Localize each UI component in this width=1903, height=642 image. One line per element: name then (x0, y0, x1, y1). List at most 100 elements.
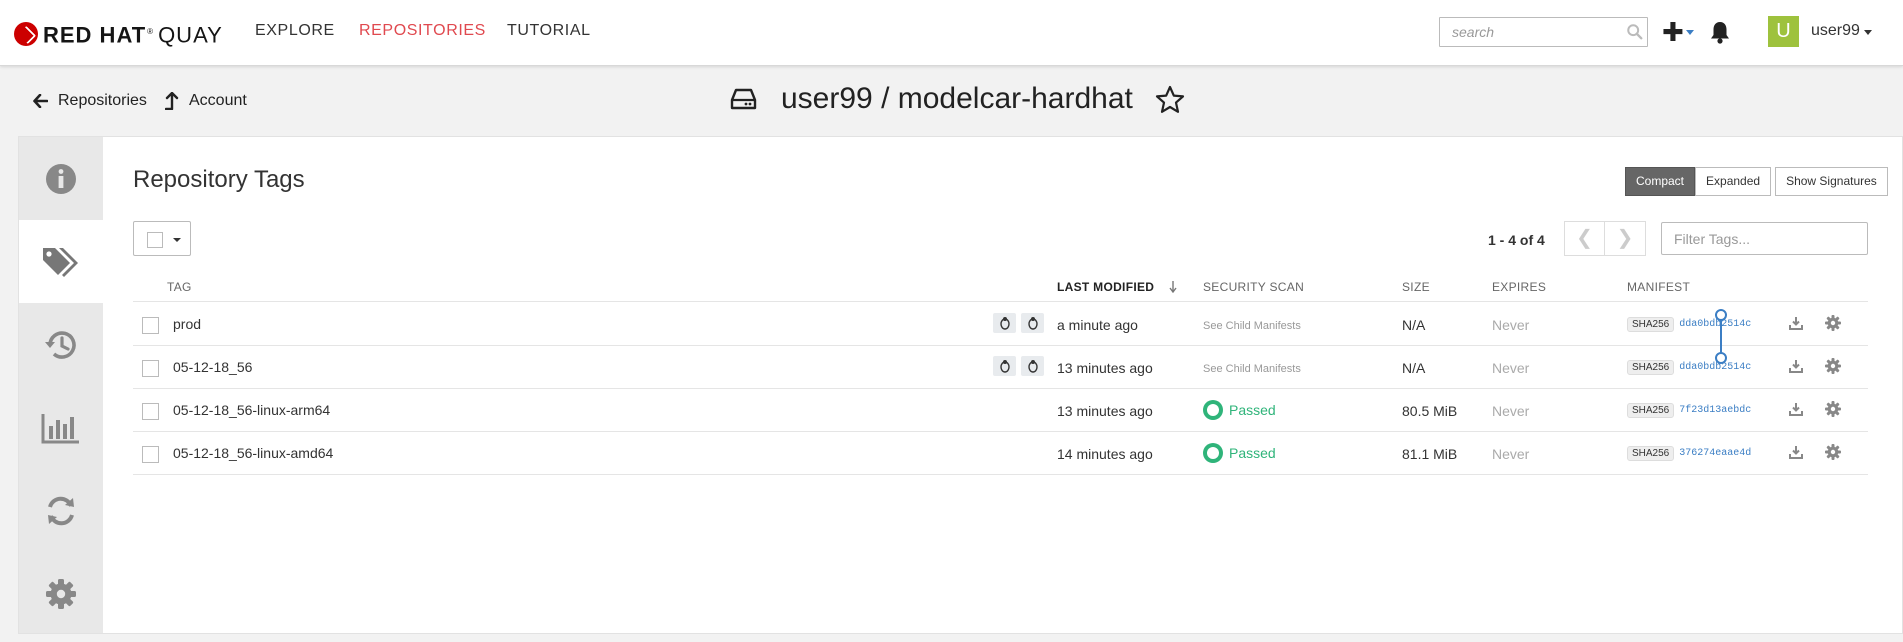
filter-tags-input[interactable] (1661, 222, 1868, 255)
chevron-down-icon (173, 238, 181, 242)
user-menu-caret-icon[interactable] (1864, 30, 1872, 35)
create-plus-icon[interactable]: ✚ (1662, 19, 1684, 45)
expanded-view-button[interactable]: Expanded (1695, 167, 1772, 196)
gear-icon[interactable] (1825, 358, 1841, 374)
tag-size: N/A (1402, 317, 1426, 333)
brand-logo[interactable]: RED HAT® QUAY (14, 20, 223, 47)
column-expires[interactable]: EXPIRES (1492, 280, 1546, 294)
sha-label: SHA256 (1627, 446, 1675, 461)
info-icon (46, 163, 76, 194)
tag-expires[interactable]: Never (1492, 317, 1529, 333)
show-signatures-button[interactable]: Show Signatures (1775, 167, 1888, 196)
gear-icon[interactable] (1825, 444, 1841, 460)
tag-name[interactable]: 05-12-18_56-linux-amd64 (173, 445, 333, 461)
bulk-select-dropdown[interactable] (133, 221, 191, 256)
breadcrumb-repositories-label: Repositories (58, 92, 147, 109)
manifest-digest[interactable]: SHA256 dda0bdb2514c (1627, 317, 1751, 332)
table-row: 05-12-18_56 13 minutes ago See Child Man… (133, 346, 1868, 389)
digest-value[interactable]: 376274eaae4d (1679, 448, 1751, 459)
tag-expires[interactable]: Never (1492, 446, 1529, 462)
linux-tux-icon[interactable] (993, 356, 1016, 376)
table-row: 05-12-18_56-linux-amd64 14 minutes ago P… (133, 432, 1868, 475)
sort-descending-icon[interactable] (1169, 280, 1177, 293)
tag-name[interactable]: 05-12-18_56 (173, 359, 252, 375)
security-scan-link[interactable]: See Child Manifests (1203, 363, 1301, 375)
column-size[interactable]: SIZE (1402, 280, 1430, 294)
sidebar-item-history[interactable] (19, 303, 103, 386)
sidebar-item-settings[interactable] (19, 552, 103, 635)
repository-title: user99 / modelcar-hardhat (781, 82, 1133, 115)
sha-label: SHA256 (1627, 317, 1675, 332)
prev-page-button[interactable]: ❮ (1564, 221, 1605, 256)
same-digest-link-dot[interactable] (1715, 309, 1727, 321)
security-scan-status[interactable]: Passed (1203, 400, 1276, 420)
sha-label: SHA256 (1627, 403, 1675, 418)
gear-icon[interactable] (1825, 401, 1841, 417)
breadcrumb-account[interactable]: Account (165, 92, 247, 110)
breadcrumb-account-label: Account (189, 92, 247, 109)
sidebar-item-mirroring[interactable] (19, 469, 103, 552)
pagination-controls: ❮ ❯ (1564, 221, 1646, 256)
row-checkbox[interactable] (142, 446, 159, 463)
digest-value[interactable]: 7f23d13aebdc (1679, 405, 1751, 416)
repository-hdd-icon (730, 88, 757, 110)
gear-icon[interactable] (1825, 315, 1841, 331)
repository-card: Repository Tags Compact Expanded Show Si… (18, 136, 1903, 634)
download-icon[interactable] (1789, 316, 1803, 330)
sidebar-item-info[interactable] (19, 137, 103, 220)
digest-value[interactable]: dda0bdb2514c (1679, 319, 1751, 330)
create-menu-caret-icon[interactable] (1686, 30, 1694, 35)
row-checkbox[interactable] (142, 360, 159, 377)
nav-tutorial[interactable]: TUTORIAL (507, 22, 591, 40)
view-toggle-group: Compact Expanded Show Signatures (1625, 167, 1888, 196)
page-title: Repository Tags (133, 166, 305, 193)
tag-size: 80.5 MiB (1402, 403, 1458, 419)
manifest-digest[interactable]: SHA256 376274eaae4d (1627, 446, 1751, 461)
column-manifest[interactable]: MANIFEST (1627, 280, 1690, 294)
row-checkbox[interactable] (142, 403, 159, 420)
tag-expires[interactable]: Never (1492, 403, 1529, 419)
column-security-scan[interactable]: SECURITY SCAN (1203, 280, 1304, 294)
download-icon[interactable] (1789, 445, 1803, 459)
last-modified: a minute ago (1057, 317, 1138, 333)
same-digest-link-dot[interactable] (1715, 352, 1727, 364)
manifest-digest[interactable]: SHA256 7f23d13aebdc (1627, 403, 1751, 418)
sidebar-item-usage[interactable] (19, 386, 103, 469)
tags-icon (43, 247, 78, 277)
select-all-checkbox[interactable] (147, 232, 163, 248)
breadcrumb-repositories[interactable]: Repositories (33, 92, 147, 110)
nav-repositories[interactable]: REPOSITORIES (359, 22, 486, 40)
tag-expires[interactable]: Never (1492, 360, 1529, 376)
security-scan-link[interactable]: See Child Manifests (1203, 320, 1301, 332)
next-page-button[interactable]: ❯ (1605, 221, 1646, 256)
linux-tux-icon[interactable] (1021, 313, 1044, 333)
notifications-bell-icon[interactable] (1707, 19, 1733, 45)
linux-tux-icon[interactable] (993, 313, 1016, 333)
download-icon[interactable] (1789, 359, 1803, 373)
security-scan-status[interactable]: Passed (1203, 443, 1276, 463)
search-input[interactable] (1439, 17, 1648, 47)
sha-label: SHA256 (1627, 360, 1675, 375)
search-icon[interactable] (1626, 23, 1644, 41)
column-tag[interactable]: TAG (167, 280, 192, 294)
download-icon[interactable] (1789, 402, 1803, 416)
level-up-icon (165, 92, 179, 110)
user-menu-name[interactable]: user99 (1811, 22, 1860, 40)
tag-name[interactable]: 05-12-18_56-linux-arm64 (173, 402, 330, 418)
security-scan-label: Passed (1229, 445, 1276, 461)
sidebar-item-tags[interactable] (19, 220, 103, 303)
digest-value[interactable]: dda0bdb2514c (1679, 362, 1751, 373)
tag-name[interactable]: prod (173, 316, 201, 332)
manifest-digest[interactable]: SHA256 dda0bdb2514c (1627, 360, 1751, 375)
column-last-modified[interactable]: LAST MODIFIED (1057, 280, 1154, 294)
history-icon (45, 330, 76, 359)
compact-view-button[interactable]: Compact (1625, 167, 1696, 196)
passed-status-icon (1203, 400, 1223, 420)
brand-product: QUAY (158, 22, 223, 48)
nav-explore[interactable]: EXPLORE (255, 22, 335, 40)
row-checkbox[interactable] (142, 317, 159, 334)
user-avatar[interactable]: U (1768, 16, 1799, 47)
star-icon[interactable] (1155, 85, 1185, 114)
linux-tux-icon[interactable] (1021, 356, 1044, 376)
arrow-left-icon (33, 94, 48, 108)
